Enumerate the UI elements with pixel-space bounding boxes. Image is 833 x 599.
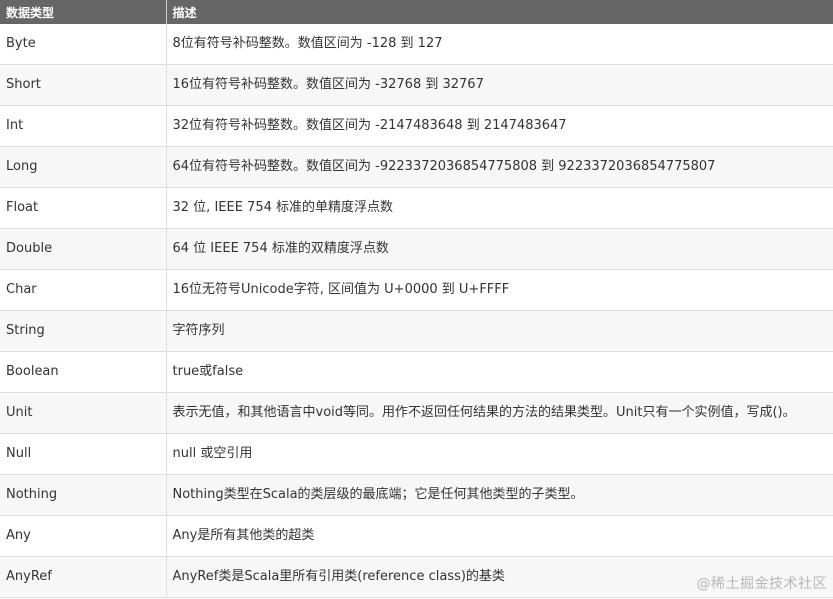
type-cell: Unit: [0, 392, 167, 434]
description-cell: Nothing类型在Scala的类层级的最底端；它是任何其他类型的子类型。: [166, 474, 833, 516]
description-cell: 16位无符号Unicode字符, 区间值为 U+0000 到 U+FFFF: [166, 269, 833, 311]
watermark: @稀土掘金技术社区: [696, 576, 827, 592]
table-row: Byte 8位有符号补码整数。数值区间为 -128 到 127: [0, 24, 833, 65]
description-cell: 8位有符号补码整数。数值区间为 -128 到 127: [166, 24, 833, 65]
table-row: Nothing Nothing类型在Scala的类层级的最底端；它是任何其他类型…: [0, 474, 833, 516]
table-row: Int 32位有符号补码整数。数值区间为 -2147483648 到 21474…: [0, 105, 833, 147]
description-cell: 32位有符号补码整数。数值区间为 -2147483648 到 214748364…: [166, 105, 833, 147]
type-cell: AnyRef: [0, 556, 167, 598]
description-cell: 16位有符号补码整数。数值区间为 -32768 到 32767: [166, 64, 833, 106]
type-cell: Boolean: [0, 351, 167, 393]
description-cell: null 或空引用: [166, 433, 833, 475]
table-row: Double 64 位 IEEE 754 标准的双精度浮点数: [0, 228, 833, 270]
header-description: 描述: [166, 0, 833, 24]
data-types-table: 数据类型 描述 Byte 8位有符号补码整数。数值区间为 -128 到 127 …: [0, 0, 833, 598]
type-cell: Null: [0, 433, 167, 475]
type-cell: Short: [0, 64, 167, 106]
type-cell: Nothing: [0, 474, 167, 516]
description-cell: true或false: [166, 351, 833, 393]
type-cell: Byte: [0, 24, 167, 65]
header-data-type: 数据类型: [0, 0, 167, 24]
table-row: Long 64位有符号补码整数。数值区间为 -92233720368547758…: [0, 146, 833, 188]
description-cell: 表示无值，和其他语言中void等同。用作不返回任何结果的方法的结果类型。Unit…: [166, 392, 833, 434]
description-cell: 字符序列: [166, 310, 833, 352]
type-cell: Long: [0, 146, 167, 188]
description-cell: 64位有符号补码整数。数值区间为 -9223372036854775808 到 …: [166, 146, 833, 188]
table-row: Short 16位有符号补码整数。数值区间为 -32768 到 32767: [0, 64, 833, 106]
type-cell: Float: [0, 187, 167, 229]
header-row: 数据类型 描述: [0, 0, 833, 24]
type-cell: Double: [0, 228, 167, 270]
table-row: Any Any是所有其他类的超类: [0, 515, 833, 557]
description-cell: Any是所有其他类的超类: [166, 515, 833, 557]
type-cell: String: [0, 310, 167, 352]
table-row: Unit 表示无值，和其他语言中void等同。用作不返回任何结果的方法的结果类型…: [0, 392, 833, 434]
description-cell: 64 位 IEEE 754 标准的双精度浮点数: [166, 228, 833, 270]
table-body: Byte 8位有符号补码整数。数值区间为 -128 到 127 Short 16…: [0, 24, 833, 598]
table-row: String 字符序列: [0, 310, 833, 352]
type-cell: Any: [0, 515, 167, 557]
table-header: 数据类型 描述: [0, 0, 833, 24]
type-cell: Int: [0, 105, 167, 147]
table-row: Boolean true或false: [0, 351, 833, 393]
table-row: Char 16位无符号Unicode字符, 区间值为 U+0000 到 U+FF…: [0, 269, 833, 311]
table-row: Null null 或空引用: [0, 433, 833, 475]
table-row: Float 32 位, IEEE 754 标准的单精度浮点数: [0, 187, 833, 229]
type-cell: Char: [0, 269, 167, 311]
description-cell: 32 位, IEEE 754 标准的单精度浮点数: [166, 187, 833, 229]
